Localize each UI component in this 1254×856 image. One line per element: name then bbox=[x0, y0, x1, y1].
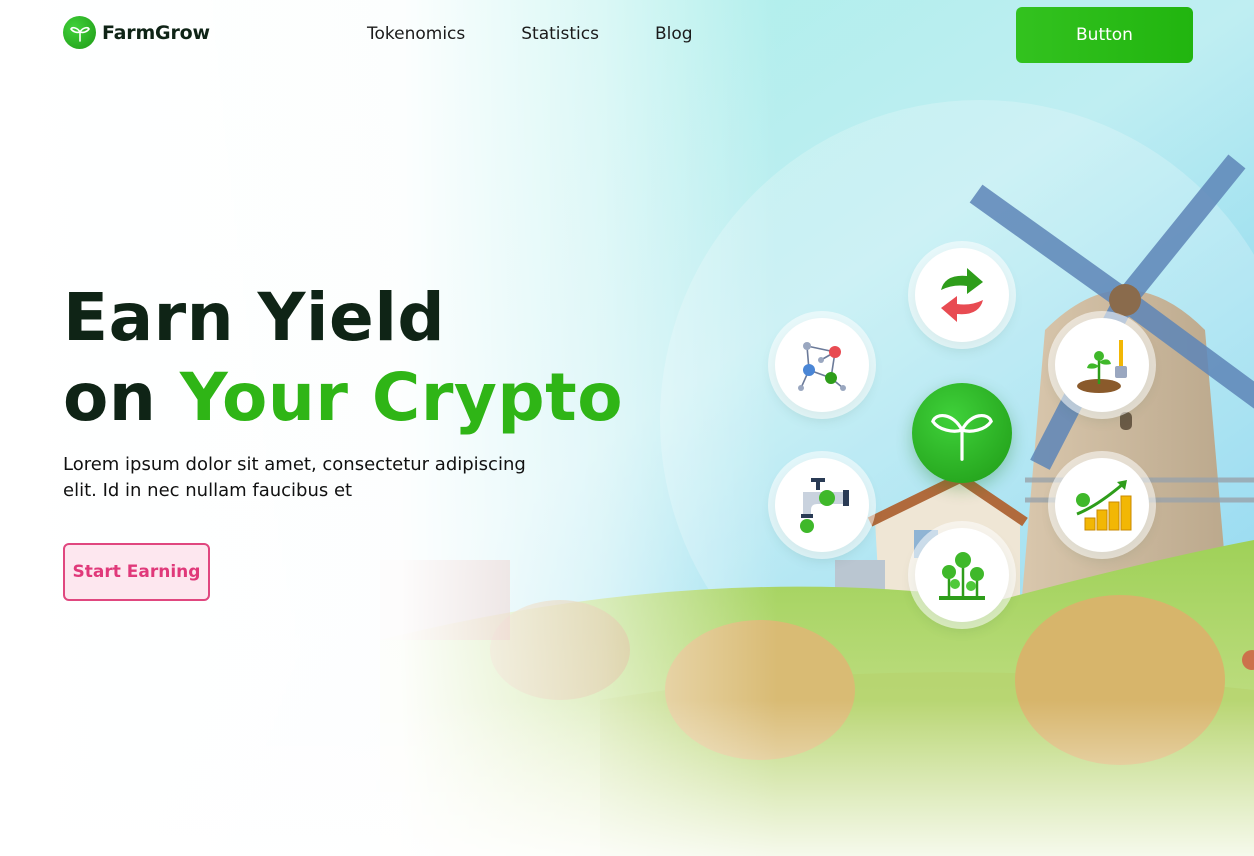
nav-link-blog[interactable]: Blog bbox=[655, 24, 693, 44]
hero-title-line2-prefix: on bbox=[63, 359, 180, 436]
planting-icon bbox=[1077, 340, 1127, 393]
start-earning-button[interactable]: Start Earning bbox=[63, 543, 210, 601]
hero-title-line1: Earn Yield bbox=[63, 279, 446, 356]
swap-feature-circle bbox=[915, 248, 1009, 342]
faucet-feature-circle bbox=[775, 458, 869, 552]
sprout-logo-icon bbox=[63, 16, 96, 49]
network-icon bbox=[798, 342, 846, 391]
hero-title-accent: Your Crypto bbox=[179, 359, 624, 436]
farm-sprouts-icon bbox=[939, 552, 985, 600]
sprout-icon bbox=[931, 414, 993, 461]
nav-link-statistics[interactable]: Statistics bbox=[521, 24, 599, 44]
main-nav: Tokenomics Statistics Blog bbox=[367, 24, 693, 44]
faucet-icon bbox=[800, 478, 849, 533]
brand-name: FarmGrow bbox=[102, 21, 210, 44]
planting-feature-circle bbox=[1055, 318, 1149, 412]
growth-coins-icon bbox=[1076, 480, 1132, 531]
growth-feature-circle bbox=[1055, 458, 1149, 552]
brand-logo[interactable]: FarmGrow bbox=[63, 16, 210, 49]
swap-icon bbox=[941, 268, 983, 322]
hero-subtitle: Lorem ipsum dolor sit amet, consectetur … bbox=[63, 454, 526, 501]
top-navigation-bar: FarmGrow Tokenomics Statistics Blog Butt… bbox=[0, 0, 1254, 70]
nav-link-tokenomics[interactable]: Tokenomics bbox=[367, 24, 465, 44]
farm-feature-circle bbox=[915, 528, 1009, 622]
header-cta-button[interactable]: Button bbox=[1016, 7, 1193, 63]
sprout-center-badge bbox=[912, 383, 1012, 483]
network-feature-circle bbox=[775, 318, 869, 412]
hero-title: Earn Yield on Your Crypto bbox=[63, 278, 623, 438]
